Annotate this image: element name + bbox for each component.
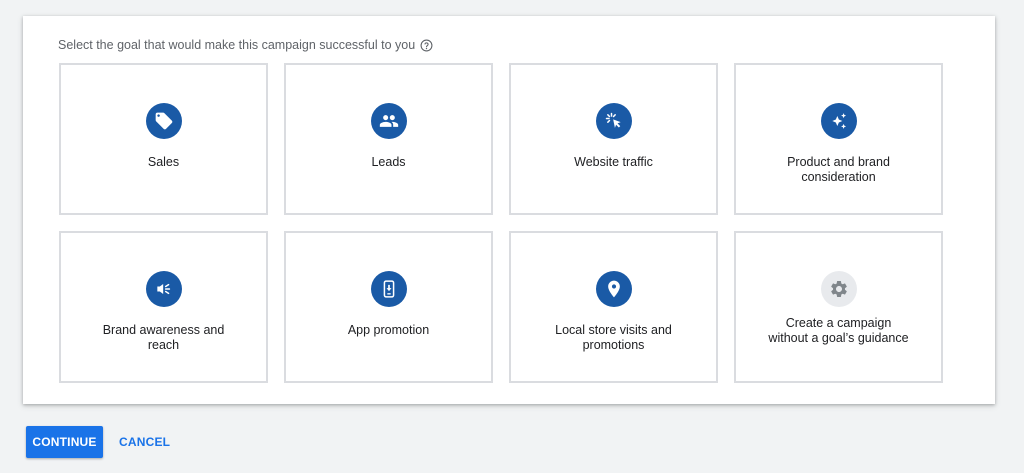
goal-card-no-goal-guidance[interactable]: Create a campaign without a goal’s guida…	[734, 231, 943, 383]
goal-prompt-text: Select the goal that would make this cam…	[58, 38, 416, 52]
phone-download-icon	[370, 271, 407, 307]
location-pin-icon	[595, 271, 632, 307]
help-circle-icon[interactable]	[420, 39, 433, 52]
cancel-button[interactable]: CANCEL	[117, 435, 172, 449]
people-icon	[370, 103, 407, 139]
goal-label: Brand awareness and reach	[102, 323, 225, 352]
goal-label: Leads	[371, 155, 406, 169]
goal-card-leads[interactable]: Leads	[284, 63, 493, 215]
goal-card-app-promotion[interactable]: App promotion	[284, 231, 493, 383]
megaphone-icon	[145, 271, 182, 307]
goal-card-product-brand-consideration[interactable]: Product and brand consideration	[734, 63, 943, 215]
cursor-click-icon	[595, 103, 632, 139]
page: Select the goal that would make this cam…	[0, 0, 1024, 473]
goal-grid: Sales Leads Website traffic Product and …	[59, 63, 943, 383]
goal-label: Create a campaign without a goal’s guida…	[768, 316, 909, 345]
goal-label: Sales	[147, 155, 180, 169]
goal-label: App promotion	[347, 323, 430, 337]
goal-card-brand-awareness-reach[interactable]: Brand awareness and reach	[59, 231, 268, 383]
goal-label: Product and brand consideration	[787, 155, 890, 184]
goal-card-sales[interactable]: Sales	[59, 63, 268, 215]
sparkle-icon	[820, 103, 857, 139]
goal-label: Website traffic	[574, 155, 653, 169]
gear-icon	[820, 271, 857, 307]
tag-icon	[145, 103, 182, 139]
goal-card-website-traffic[interactable]: Website traffic	[509, 63, 718, 215]
goal-label: Local store visits and promotions	[555, 323, 672, 352]
continue-button[interactable]: CONTINUE	[26, 426, 103, 458]
action-bar: CONTINUE CANCEL	[26, 426, 172, 458]
goal-card-local-store-visits[interactable]: Local store visits and promotions	[509, 231, 718, 383]
goal-prompt: Select the goal that would make this cam…	[58, 38, 433, 52]
goal-selection-panel: Select the goal that would make this cam…	[23, 16, 995, 404]
